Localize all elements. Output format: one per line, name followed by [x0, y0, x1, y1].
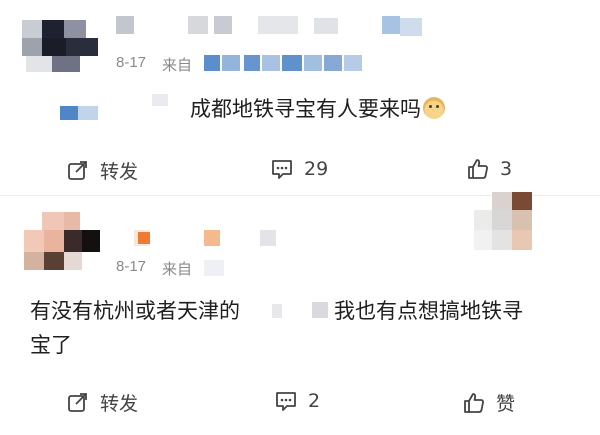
avatar-pixelated[interactable]	[22, 20, 100, 75]
repost-label: 转发	[100, 161, 139, 183]
source-prefix: 来自	[162, 57, 193, 74]
image-pixelated[interactable]	[474, 192, 550, 252]
like-label: 赞	[496, 393, 516, 415]
comment-button[interactable]: 29	[270, 157, 328, 181]
comment-icon	[276, 392, 296, 411]
like-button[interactable]: 3	[466, 157, 512, 181]
post-text-line1-part1: 有没有杭州或者天津的	[30, 299, 240, 323]
source-name-pixelated[interactable]	[204, 55, 384, 72]
post-date: 8-17	[116, 258, 147, 275]
repost-label: 转发	[100, 393, 139, 415]
repost-icon	[68, 160, 87, 180]
mention-pixelated-2	[152, 94, 168, 106]
post-text-line2: 宝了	[30, 333, 72, 357]
username-pixelated[interactable]	[116, 16, 436, 38]
comment-icon	[272, 160, 292, 179]
doge-emoji-icon	[423, 97, 445, 119]
repost-button[interactable]: 转发	[66, 389, 138, 416]
source-prefix: 来自	[162, 261, 193, 278]
avatar-pixelated[interactable]	[24, 212, 100, 270]
thumbs-up-icon	[468, 159, 488, 179]
post-date: 8-17	[116, 54, 147, 71]
thumbs-up-icon	[464, 392, 484, 413]
username-pixelated[interactable]	[134, 230, 284, 250]
like-button[interactable]: 赞	[462, 389, 515, 416]
post-text-content: 成都地铁寻宝有人要来吗	[190, 97, 421, 121]
repost-button[interactable]: 转发	[66, 157, 138, 184]
mention-pixelated[interactable]	[60, 106, 102, 122]
post-text-line1-part2: 我也有点想搞地铁寻	[334, 299, 523, 323]
like-count: 3	[500, 158, 513, 180]
username-pixelated-tail	[400, 18, 422, 36]
repost-icon	[68, 392, 87, 412]
comment-count: 29	[304, 158, 329, 180]
mention-pixelated[interactable]	[272, 302, 330, 320]
comment-count: 2	[308, 390, 321, 412]
post-text: 成都地铁寻宝有人要来吗	[190, 92, 445, 126]
source-name-pixelated[interactable]	[204, 260, 224, 276]
comment-button[interactable]: 2	[274, 389, 320, 413]
